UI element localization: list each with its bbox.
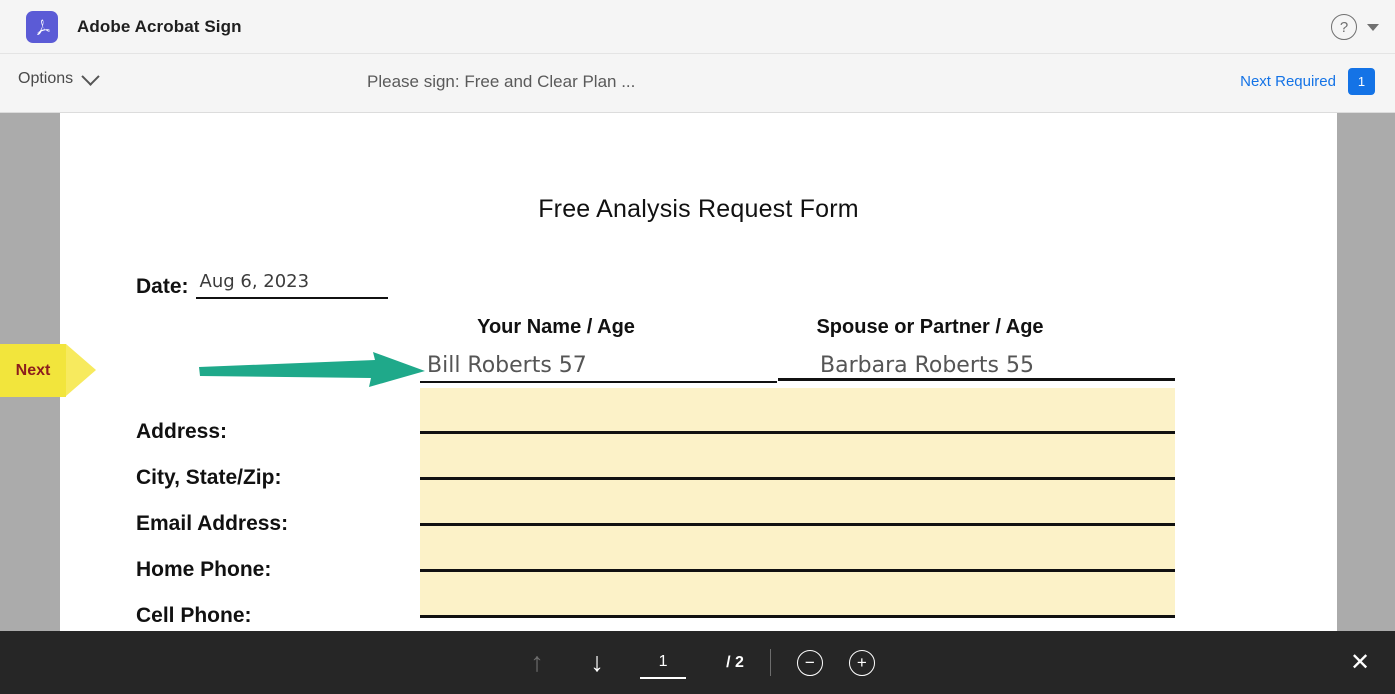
form-field-cell-phone[interactable] xyxy=(420,572,1175,618)
next-field-marker-arrow xyxy=(66,344,96,396)
field-label-city-state-zip: City, State/Zip: xyxy=(136,466,282,489)
form-field-email-address[interactable] xyxy=(420,480,1175,526)
form-field-column xyxy=(420,388,1175,618)
form-field-city-state-zip[interactable] xyxy=(420,434,1175,480)
spouse-name-underline xyxy=(778,378,1175,381)
your-name-underline xyxy=(420,381,777,383)
column-header-your-name: Your Name / Age xyxy=(477,316,635,338)
document-page: Free Analysis Request Form Date: Aug 6, … xyxy=(60,113,1337,631)
options-button-label: Options xyxy=(18,70,74,87)
app-header: Adobe Acrobat Sign ? xyxy=(0,0,1395,54)
field-label-list: Address: City, State/Zip: Email Address:… xyxy=(136,409,288,631)
next-field-marker[interactable]: Next xyxy=(0,344,96,397)
column-header-spouse-name: Spouse or Partner / Age xyxy=(816,316,1044,338)
form-field-address[interactable] xyxy=(420,388,1175,434)
close-icon[interactable]: ✕ xyxy=(1343,646,1377,680)
date-row: Date: Aug 6, 2023 xyxy=(136,265,388,299)
options-button[interactable]: Options xyxy=(18,66,100,88)
zoom-in-icon[interactable]: + xyxy=(848,649,875,676)
field-label-address: Address: xyxy=(136,420,228,443)
form-heading: Free Analysis Request Form xyxy=(538,195,859,223)
acrobat-sign-window: Adobe Acrobat Sign ? Options Please sign… xyxy=(0,0,1395,694)
document-viewer: Free Analysis Request Form Date: Aug 6, … xyxy=(0,113,1395,631)
viewer-bottom-toolbar: ↑ ↓ / 2 − + ✕ xyxy=(0,631,1395,694)
chevron-down-icon xyxy=(81,66,100,86)
your-name-field-value[interactable]: Bill Roberts 57 xyxy=(427,353,587,378)
adobe-acrobat-icon xyxy=(26,10,58,43)
header-actions: ? xyxy=(1331,0,1379,54)
field-label-email-address: Email Address: xyxy=(136,512,289,535)
next-field-marker-label: Next xyxy=(15,361,51,379)
zoom-out-icon[interactable]: − xyxy=(796,649,823,676)
page-total-label: / 2 xyxy=(726,653,744,671)
brand-title: Adobe Acrobat Sign xyxy=(77,16,242,36)
field-label-cell-phone: Cell Phone: xyxy=(136,604,252,627)
page-title: Please sign: Free and Clear Plan ... xyxy=(367,72,636,91)
arrow-down-icon[interactable]: ↓ xyxy=(580,646,614,680)
page-number-input[interactable] xyxy=(640,646,687,679)
next-required-button[interactable]: Next Required 1 xyxy=(1240,68,1375,95)
toolbar-divider xyxy=(769,649,771,676)
date-value: Aug 6, 2023 xyxy=(199,271,310,292)
arrow-up-icon[interactable]: ↑ xyxy=(520,646,554,680)
form-field-home-phone[interactable] xyxy=(420,526,1175,572)
document-toolbar: Options Please sign: Free and Clear Plan… xyxy=(0,54,1395,113)
spouse-name-field-value[interactable]: Barbara Roberts 55 xyxy=(820,353,1034,378)
chevron-down-icon[interactable] xyxy=(1367,23,1379,31)
next-required-label: Next Required xyxy=(1240,73,1336,90)
zoom-controls: − + xyxy=(796,649,875,676)
help-question-icon[interactable]: ? xyxy=(1331,14,1357,40)
next-required-count-badge: 1 xyxy=(1348,68,1375,95)
field-label-home-phone: Home Phone: xyxy=(136,558,272,581)
date-field[interactable]: Aug 6, 2023 xyxy=(195,265,388,299)
brand: Adobe Acrobat Sign xyxy=(26,10,242,43)
date-label: Date: xyxy=(136,275,189,298)
navigation-controls: ↑ ↓ / 2 xyxy=(520,646,744,680)
